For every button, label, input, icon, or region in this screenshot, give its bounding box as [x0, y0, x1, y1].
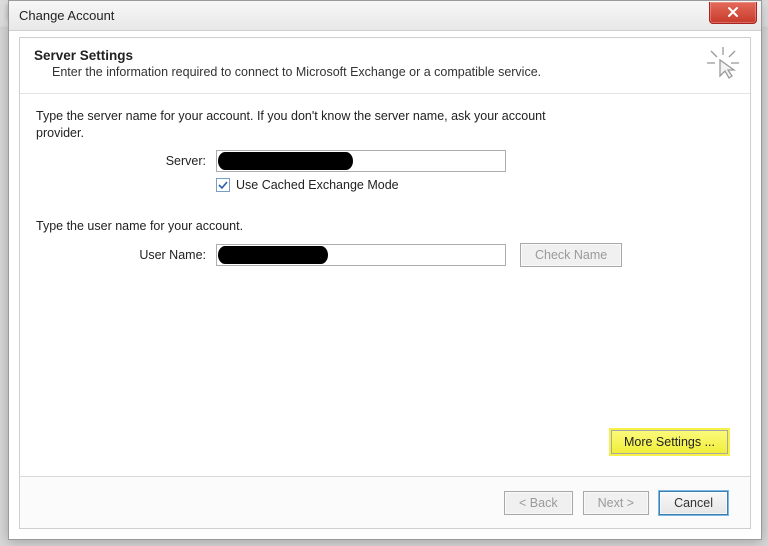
user-row: User Name: Check Name: [36, 243, 734, 267]
user-name-input[interactable]: [216, 244, 506, 266]
dialog-window: Change Account Server Settings Enter the…: [8, 0, 762, 540]
back-button[interactable]: < Back: [504, 491, 573, 515]
cached-mode-checkbox[interactable]: [216, 178, 230, 192]
cached-mode-label: Use Cached Exchange Mode: [236, 178, 399, 192]
titlebar: Change Account: [9, 1, 761, 31]
user-name-label: User Name:: [36, 248, 216, 262]
dialog-footer: < Back Next > Cancel: [20, 476, 750, 528]
dialog-body: Server Settings Enter the information re…: [19, 37, 751, 529]
redaction-bar: [218, 152, 353, 170]
window-title: Change Account: [19, 8, 114, 23]
cancel-button[interactable]: Cancel: [659, 491, 728, 515]
header-title: Server Settings: [34, 48, 736, 63]
dialog-header: Server Settings Enter the information re…: [20, 38, 750, 94]
server-input[interactable]: [216, 150, 506, 172]
header-subtitle: Enter the information required to connec…: [52, 65, 736, 79]
content-area: Type the server name for your account. I…: [20, 94, 750, 267]
check-icon: [218, 180, 228, 190]
server-intro-text: Type the server name for your account. I…: [36, 108, 576, 142]
close-icon: [727, 6, 739, 18]
close-button[interactable]: [709, 2, 757, 24]
server-label: Server:: [36, 154, 216, 168]
cached-mode-row: Use Cached Exchange Mode: [216, 178, 734, 192]
redaction-bar: [218, 246, 328, 264]
server-row: Server:: [36, 150, 734, 172]
check-name-button[interactable]: Check Name: [520, 243, 622, 267]
cursor-decoration-icon: [706, 46, 740, 85]
user-intro-text: Type the user name for your account.: [36, 218, 576, 235]
more-settings-button[interactable]: More Settings ...: [611, 430, 728, 454]
next-button[interactable]: Next >: [583, 491, 649, 515]
